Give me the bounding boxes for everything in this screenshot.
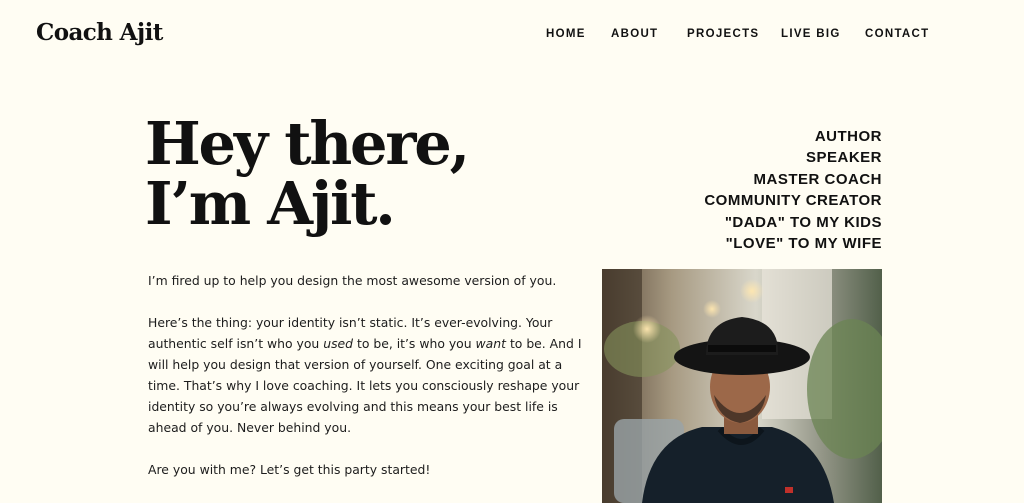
nav-contact[interactable]: CONTACT [865,28,929,40]
main-nav: HOME ABOUT PROJECTS LIVE BIG CONTACT [0,28,1024,44]
role-item: "DADA" TO MY KIDS [724,213,882,231]
role-item: "LOVE" TO MY WIFE [725,235,882,253]
role-item: MASTER COACH [753,170,882,188]
role-item: AUTHOR [814,128,882,145]
roles-list: AUTHOR SPEAKER MASTER COACH COMMUNITY CR… [704,126,882,254]
headline-line-2: I’m Ajit. [145,169,396,238]
role-item: COMMUNITY CREATOR [704,192,882,210]
closing-paragraph: Are you with me? Let’s get this party st… [148,462,431,477]
emphasis-want: want [475,336,506,351]
intro-paragraph: I’m fired up to help you design the most… [148,273,557,288]
emphasis-used: used [323,336,354,351]
portrait-photo [602,269,882,503]
portrait-illustration [602,269,882,503]
intro-copy: I’m fired up to help you design the most… [148,270,588,501]
hero-headline: Hey there, I’m Ajit. [145,114,585,234]
nav-home[interactable]: HOME [546,28,586,40]
role-item: SPEAKER [805,149,882,167]
nav-projects[interactable]: PROJECTS [687,28,759,40]
nav-about[interactable]: ABOUT [611,28,658,40]
identity-text-b: to be, it’s who you [353,336,476,351]
nav-live-big[interactable]: LIVE BIG [781,28,841,40]
identity-paragraph: Here’s the thing: your identity isn’t st… [148,312,588,438]
headline-line-1: Hey there, [145,109,470,178]
